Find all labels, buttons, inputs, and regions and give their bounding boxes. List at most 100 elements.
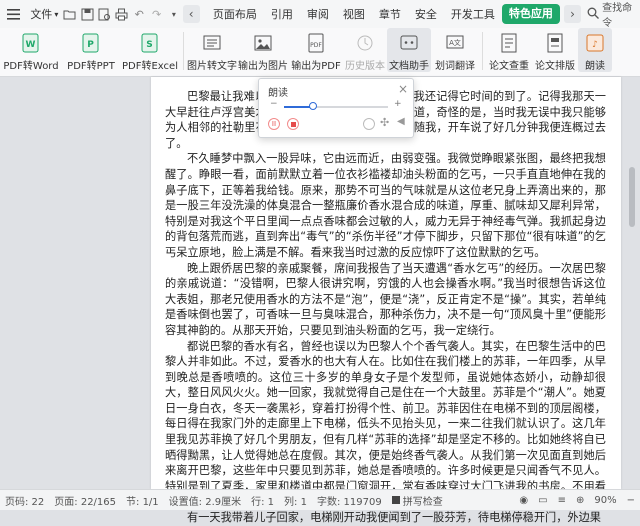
pdf-to-word-icon: W [20, 32, 42, 54]
svg-text:PDF: PDF [310, 42, 322, 49]
image-to-text-label: 图片转文字 [187, 61, 237, 72]
tab-chapter[interactable]: 章节 [372, 6, 408, 22]
word-count[interactable]: 字数: 119709 [312, 493, 387, 508]
document-page: 巴黎最让我难以忘怀的是那一种气味，到现在我还记得它时间的到了。记得我那天一大早赶… [151, 77, 621, 524]
read-aloud-button[interactable]: ♪ 朗读 [578, 28, 612, 72]
pdf-to-ppt-label: PDF转PPT [67, 61, 115, 72]
spell-check-label: 拼写检查 [402, 496, 443, 508]
page-code: 页码: 22 [5, 496, 45, 508]
paper-check-label: 论文查重 [489, 61, 529, 72]
paper-format-icon [544, 32, 566, 54]
undo-icon[interactable]: ↶ [131, 5, 148, 23]
spell-check-toggle[interactable]: 拼写检查 [387, 493, 448, 508]
volume-up-icon: + [394, 99, 402, 109]
stop-icon [290, 121, 296, 127]
app-menu-icon[interactable] [4, 3, 27, 25]
stop-button[interactable] [287, 118, 299, 130]
doc-assistant-icon [398, 32, 420, 54]
export-pdf-button[interactable]: PDF 输出为PDF [289, 28, 343, 72]
tab-special-apps[interactable]: 特色应用 [501, 4, 560, 24]
scrollbar-thumb[interactable] [629, 167, 635, 227]
ribbon-divider [482, 32, 483, 70]
setting-value: 设置值: 2.9厘米 [168, 496, 242, 508]
volume-slider[interactable]: − + [270, 99, 402, 111]
mute-icon[interactable]: ◀ [397, 116, 405, 127]
pdf-to-ppt-button[interactable]: P PDF转PPT [62, 28, 120, 72]
zoom-out-icon[interactable]: − [622, 495, 640, 506]
paper-check-button[interactable]: 论文查重 [486, 28, 532, 72]
translate-icon: A文 [444, 32, 466, 54]
checkbox-icon [391, 496, 400, 504]
volume-down-icon: − [270, 99, 278, 109]
search-icon [587, 7, 600, 22]
pdf-to-excel-icon: S [139, 32, 161, 54]
paragraph: 有一天我带着儿子回家，电梯刚开动我便闻到了一股芬芳，待电梯停稳开门，外边果 [187, 511, 601, 525]
close-icon[interactable]: × [398, 82, 408, 96]
page-view-icon[interactable]: ▭ [533, 495, 552, 506]
row-number: 行: 1 [251, 496, 275, 508]
export-image-button[interactable]: 输出为图片 [237, 28, 289, 72]
pdf-to-excel-label: PDF转Excel [122, 61, 178, 72]
slider-knob[interactable] [309, 102, 318, 110]
word-translate-label: 划词翻译 [435, 61, 475, 72]
paper-format-label: 论文排版 [535, 61, 575, 72]
page-count[interactable]: 页面: 22/165 [49, 493, 121, 508]
read-aloud-title: 朗读 [268, 88, 288, 99]
document-body[interactable]: 巴黎最让我难以忘怀的是那一种气味，到现在我还记得它时间的到了。记得我那天一大早赶… [165, 89, 606, 526]
eye-protect-icon[interactable]: ◉ [514, 495, 533, 506]
paper-format-button[interactable]: 论文排版 [532, 28, 578, 72]
image-to-text-button[interactable]: 图片转文字 [187, 28, 237, 72]
pause-button[interactable]: II [268, 118, 280, 130]
pdf-to-word-button[interactable]: W PDF转Word [0, 28, 62, 72]
read-aloud-panel: 朗读 × − + II ✣ ◀ [258, 78, 414, 138]
tab-references[interactable]: 引用 [264, 6, 300, 22]
pdf-to-word-label: PDF转Word [3, 61, 59, 72]
file-menu-label: 文件 [30, 8, 53, 21]
read-aloud-icon: ♪ [584, 32, 606, 54]
settings-icon[interactable]: ✣ [380, 116, 389, 129]
paragraph: 不久睡梦中飘入一股异味，它由远而近，由弱变强。我微觉睁眼紧张图，最终把我想醒了。… [165, 152, 606, 259]
export-image-icon [252, 32, 274, 54]
paper-check-icon [498, 32, 520, 54]
svg-text:P: P [87, 40, 94, 50]
export-pdf-label: 输出为PDF [291, 61, 341, 72]
history-icon [354, 32, 376, 54]
export-pdf-icon: PDF [305, 32, 327, 54]
history-version-label: 历史版本 [345, 61, 385, 72]
paragraph: 晚上跟侨居巴黎的亲戚聚餐，席间我报告了当天遭遇“香水乞丐”的经历。一次居巴黎的亲… [165, 261, 606, 337]
outline-view-icon[interactable]: ≡ [553, 495, 571, 506]
doc-assistant-button[interactable]: 文档助手 [387, 28, 431, 72]
file-menu[interactable]: 文件 ▾ [27, 3, 61, 25]
command-search[interactable]: 查找命令 [587, 0, 640, 29]
tab-scroll-left-icon[interactable]: ‹ [182, 5, 200, 23]
vertical-scrollbar[interactable] [628, 77, 636, 489]
pdf-to-ppt-icon: P [80, 32, 102, 54]
svg-text:♪: ♪ [592, 40, 598, 50]
history-version-button[interactable]: 历史版本 [343, 28, 387, 72]
image-to-text-icon [201, 32, 223, 54]
paragraph: 都说巴黎的香水有名，曾经也误以为巴黎人个个香气袭人。其实，在巴黎生活中的巴黎人并… [165, 339, 606, 509]
speed-icon[interactable] [363, 118, 375, 130]
tab-developer[interactable]: 开发工具 [444, 6, 502, 22]
redo-icon[interactable]: ↷ [148, 5, 165, 23]
print-icon[interactable] [113, 5, 130, 23]
tab-page-layout[interactable]: 页面布局 [206, 6, 264, 22]
word-translate-button[interactable]: A文 划词翻译 [431, 28, 479, 72]
web-view-icon[interactable]: ⊕ [571, 495, 589, 506]
svg-text:A文: A文 [449, 38, 461, 47]
tab-security[interactable]: 安全 [408, 6, 444, 22]
tab-view[interactable]: 视图 [336, 6, 372, 22]
quick-access-more-icon[interactable]: ▾ [165, 5, 182, 23]
open-file-icon[interactable] [61, 5, 78, 23]
pdf-to-excel-button[interactable]: S PDF转Excel [120, 28, 180, 72]
tab-review[interactable]: 审阅 [300, 6, 336, 22]
svg-text:S: S [146, 40, 152, 50]
export-image-label: 输出为图片 [238, 61, 288, 72]
tab-scroll-right-icon[interactable]: › [563, 5, 582, 23]
section-count: 节: 1/1 [126, 496, 159, 508]
save-icon[interactable] [79, 5, 96, 23]
print-preview-icon[interactable] [96, 5, 113, 23]
ribbon-toolbar: W PDF转Word P PDF转PPT S PDF转Excel 图片转文字 输… [0, 28, 640, 77]
zoom-level[interactable]: 90% [589, 495, 621, 506]
search-placeholder: 查找命令 [602, 3, 633, 29]
